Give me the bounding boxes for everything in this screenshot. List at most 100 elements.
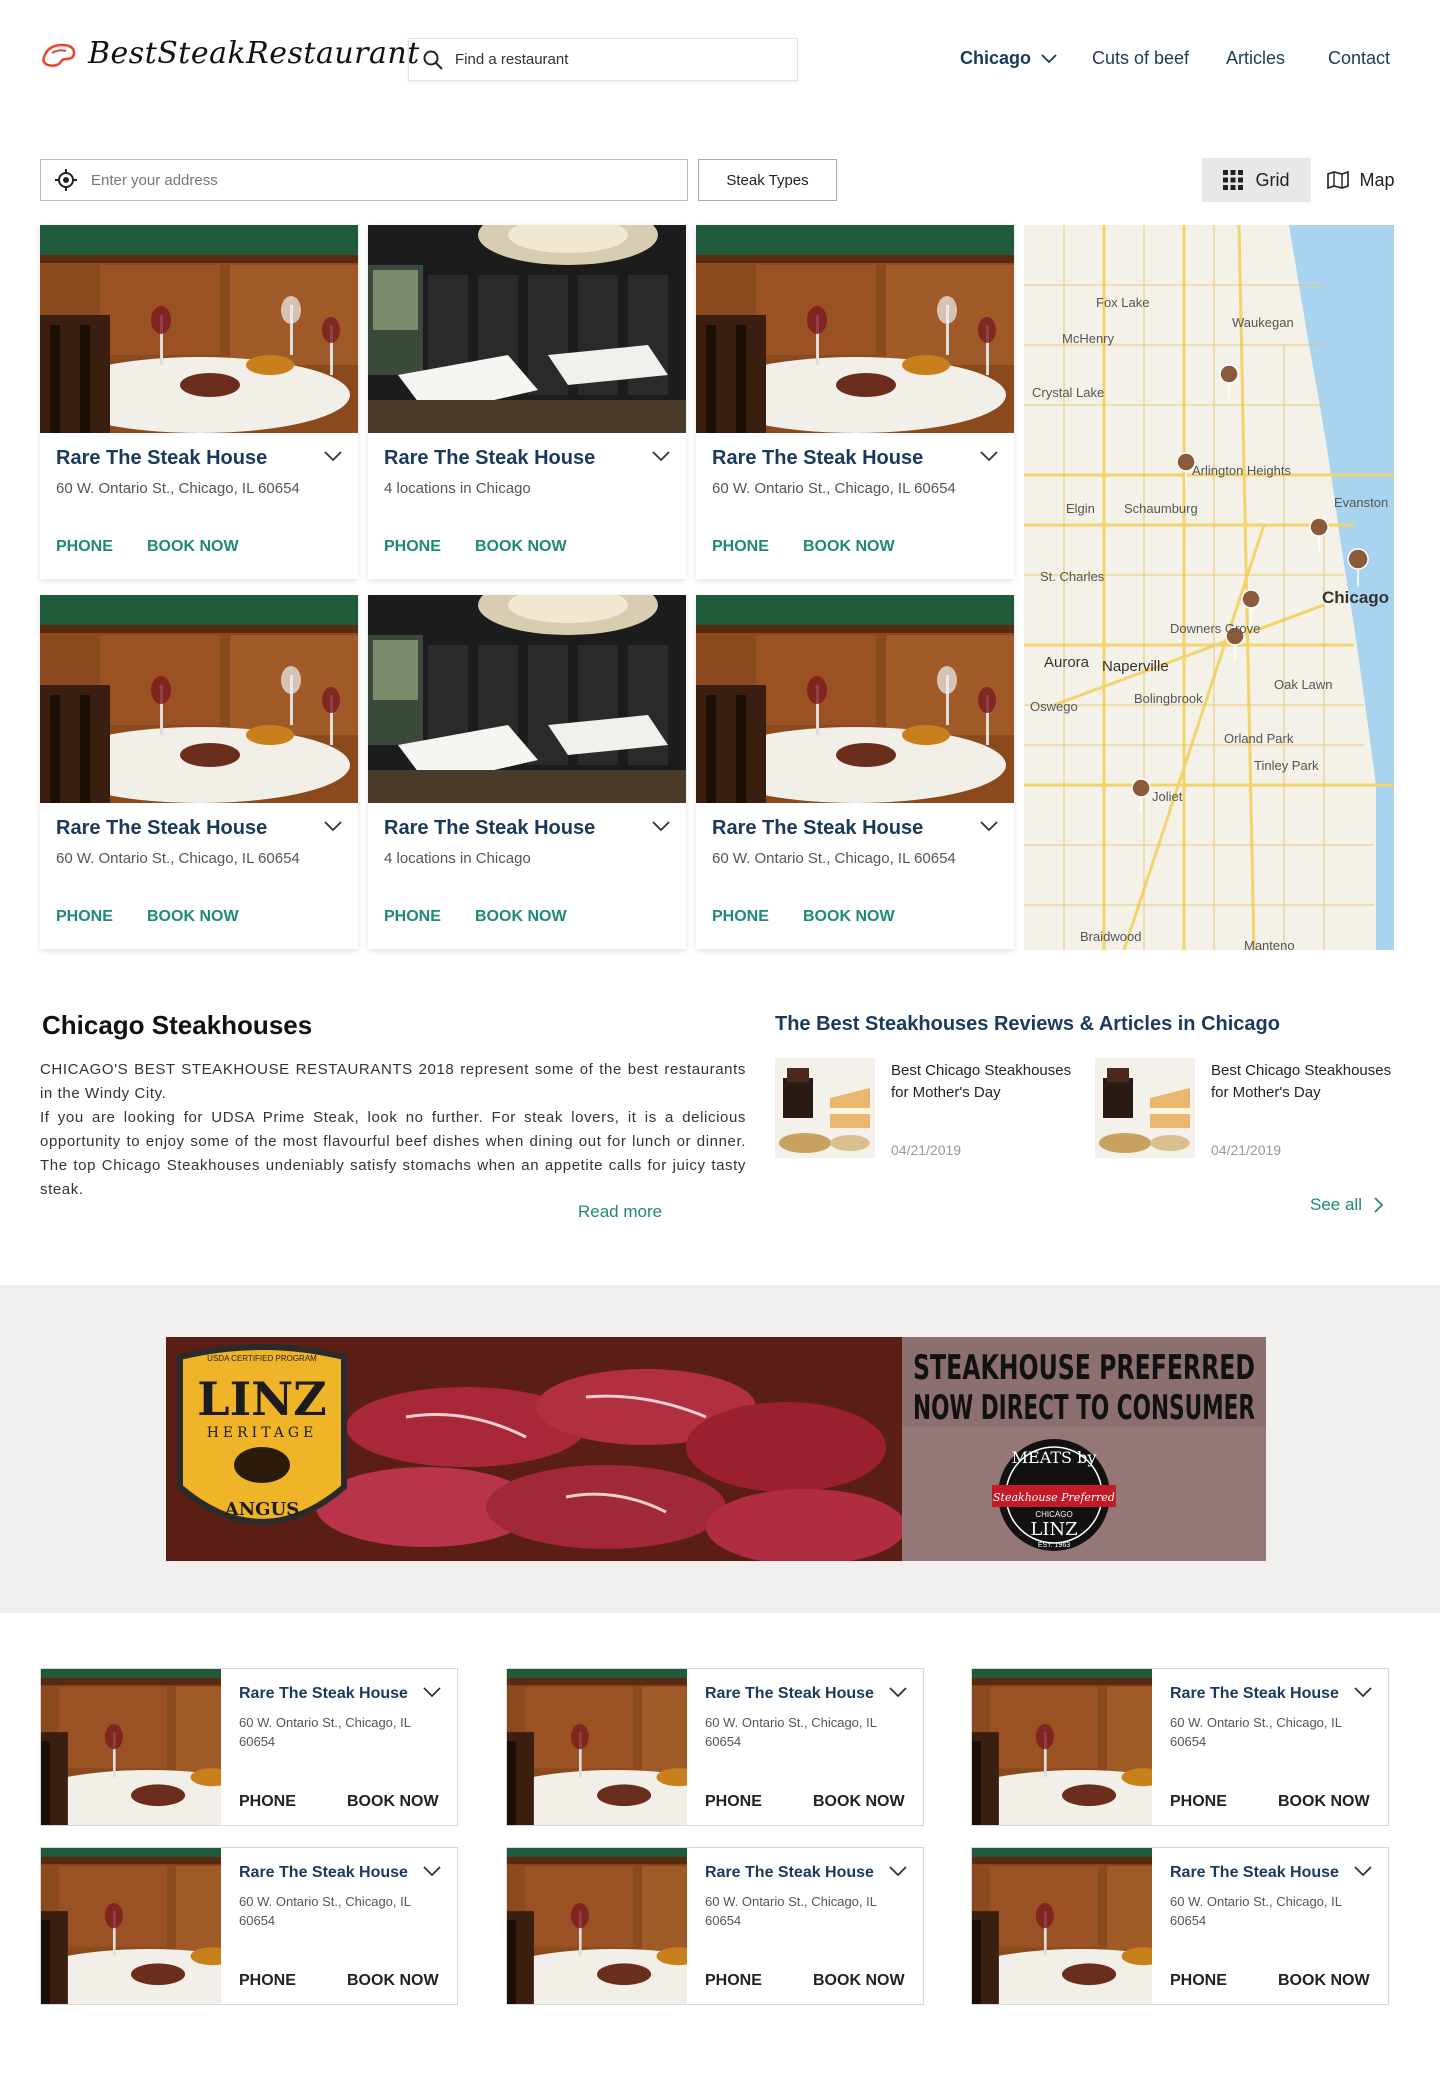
restaurant-photo[interactable]	[507, 1848, 687, 2004]
book-now-button[interactable]: BOOK NOW	[347, 1793, 439, 1811]
restaurant-photo[interactable]	[507, 1669, 687, 1825]
locate-icon[interactable]	[55, 169, 77, 191]
book-now-button[interactable]: BOOK NOW	[147, 538, 239, 556]
restaurant-title[interactable]: Rare The Steak House	[1170, 1685, 1339, 1703]
chevron-down-icon[interactable]	[980, 821, 998, 832]
restaurant-title[interactable]: Rare The Steak House	[384, 817, 595, 840]
grid-view-toggle[interactable]: Grid	[1202, 158, 1311, 202]
restaurant-title[interactable]: Rare The Steak House	[56, 447, 267, 470]
restaurant-photo[interactable]	[41, 1669, 221, 1825]
chevron-down-icon[interactable]	[324, 451, 342, 462]
restaurant-address: 60 W. Ontario St., Chicago, IL 60654	[239, 1715, 411, 1749]
phone-button[interactable]: PHONE	[1170, 1972, 1227, 1990]
restaurant-card[interactable]: Rare The Steak House 4 locations in Chica…	[368, 225, 686, 579]
read-more-link[interactable]: Read more	[578, 1202, 662, 1222]
restaurant-card-compact[interactable]: Rare The Steak House 60 W. Ontario St., C…	[971, 1847, 1389, 2005]
chevron-down-icon[interactable]	[1354, 1866, 1372, 1877]
book-now-button[interactable]: BOOK NOW	[803, 538, 895, 556]
restaurant-photo[interactable]	[41, 1848, 221, 2004]
map-canvas: Fox Lake Waukegan McHenry Crystal Lake A…	[1024, 225, 1394, 950]
address-input[interactable]: Enter your address	[40, 159, 688, 201]
phone-button[interactable]: PHONE	[56, 908, 113, 926]
book-now-button[interactable]: BOOK NOW	[813, 1793, 905, 1811]
chevron-down-icon[interactable]	[889, 1687, 907, 1698]
restaurant-map[interactable]: Fox Lake Waukegan McHenry Crystal Lake A…	[1024, 225, 1394, 950]
restaurant-address: 60 W. Ontario St., Chicago, IL 60654	[239, 1894, 411, 1928]
phone-button[interactable]: PHONE	[712, 908, 769, 926]
chevron-down-icon[interactable]	[324, 821, 342, 832]
phone-button[interactable]: PHONE	[56, 538, 113, 556]
chevron-down-icon[interactable]	[889, 1866, 907, 1877]
restaurant-photo[interactable]	[40, 225, 358, 433]
nav-contact[interactable]: Contact	[1328, 48, 1390, 69]
restaurant-photo[interactable]	[696, 595, 1014, 803]
book-now-button[interactable]: BOOK NOW	[1278, 1793, 1370, 1811]
book-now-button[interactable]: BOOK NOW	[475, 908, 567, 926]
restaurant-title[interactable]: Rare The Steak House	[705, 1685, 874, 1703]
chevron-down-icon[interactable]	[1354, 1687, 1372, 1698]
seal-bottom: LINZ	[1030, 1519, 1077, 1540]
phone-button[interactable]: PHONE	[705, 1793, 762, 1811]
reviews-section-title: The Best Steakhouses Reviews & Articles …	[775, 1013, 1280, 1035]
restaurant-title[interactable]: Rare The Steak House	[712, 817, 923, 840]
restaurant-photo[interactable]	[696, 225, 1014, 433]
phone-button[interactable]: PHONE	[384, 908, 441, 926]
chevron-down-icon[interactable]	[652, 451, 670, 462]
restaurant-card[interactable]: Rare The Steak House 4 locations in Chica…	[368, 595, 686, 949]
restaurant-title[interactable]: Rare The Steak House	[239, 1685, 408, 1703]
restaurant-card[interactable]: Rare The Steak House 60 W. Ontario St., C…	[40, 225, 358, 579]
book-now-button[interactable]: BOOK NOW	[1278, 1972, 1370, 1990]
restaurant-card-compact[interactable]: Rare The Steak House 60 W. Ontario St., C…	[506, 1847, 924, 2005]
nav-city-dropdown[interactable]: Chicago	[960, 48, 1057, 69]
chevron-right-icon	[1374, 1197, 1384, 1213]
phone-button[interactable]: PHONE	[705, 1972, 762, 1990]
map-label: Downers Grove	[1170, 621, 1260, 636]
restaurant-title[interactable]: Rare The Steak House	[239, 1864, 408, 1882]
review-article[interactable]: Best Chicago Steakhouses for Mother's Da…	[775, 1058, 1095, 1158]
restaurant-photo[interactable]	[972, 1669, 1152, 1825]
restaurant-title[interactable]: Rare The Steak House	[56, 817, 267, 840]
restaurant-card-compact[interactable]: Rare The Steak House 60 W. Ontario St., C…	[40, 1668, 458, 1826]
book-now-button[interactable]: BOOK NOW	[475, 538, 567, 556]
restaurant-card[interactable]: Rare The Steak House 60 W. Ontario St., C…	[696, 595, 1014, 949]
restaurant-address: 60 W. Ontario St., Chicago, IL 60654	[56, 850, 300, 867]
site-logo[interactable]: BestSteakRestaurant	[40, 36, 420, 71]
restaurant-title[interactable]: Rare The Steak House	[705, 1864, 874, 1882]
phone-button[interactable]: PHONE	[1170, 1793, 1227, 1811]
chevron-down-icon[interactable]	[423, 1866, 441, 1877]
restaurant-card-compact[interactable]: Rare The Steak House 60 W. Ontario St., C…	[971, 1668, 1389, 1826]
restaurant-photo[interactable]	[40, 595, 358, 803]
book-now-button[interactable]: BOOK NOW	[813, 1972, 905, 1990]
see-all-link[interactable]: See all	[1310, 1195, 1384, 1215]
restaurant-photo[interactable]	[368, 595, 686, 803]
chevron-down-icon[interactable]	[423, 1687, 441, 1698]
nav-city-label: Chicago	[960, 48, 1032, 68]
book-now-button[interactable]: BOOK NOW	[147, 908, 239, 926]
linz-advertisement-banner[interactable]: USDA CERTIFIED PROGRAM LINZ HERITAGE ANG…	[166, 1337, 1266, 1561]
nav-cuts-of-beef[interactable]: Cuts of beef	[1092, 48, 1189, 69]
review-article[interactable]: Best Chicago Steakhouses for Mother's Da…	[1095, 1058, 1415, 1158]
map-label: Aurora	[1044, 654, 1090, 671]
map-view-toggle[interactable]: Map	[1322, 158, 1400, 202]
restaurant-card-compact[interactable]: Rare The Steak House 60 W. Ontario St., C…	[40, 1847, 458, 2005]
book-now-button[interactable]: BOOK NOW	[803, 908, 895, 926]
restaurant-title[interactable]: Rare The Steak House	[712, 447, 923, 470]
restaurant-photo[interactable]	[368, 225, 686, 433]
phone-button[interactable]: PHONE	[712, 538, 769, 556]
nav-articles[interactable]: Articles	[1226, 48, 1285, 69]
phone-button[interactable]: PHONE	[239, 1972, 296, 1990]
steak-logo-icon	[42, 43, 76, 67]
phone-button[interactable]: PHONE	[239, 1793, 296, 1811]
restaurant-card[interactable]: Rare The Steak House 60 W. Ontario St., C…	[696, 225, 1014, 579]
restaurant-title[interactable]: Rare The Steak House	[384, 447, 595, 470]
steak-types-button[interactable]: Steak Types	[698, 159, 837, 201]
restaurant-card[interactable]: Rare The Steak House 60 W. Ontario St., C…	[40, 595, 358, 949]
restaurant-card-compact[interactable]: Rare The Steak House 60 W. Ontario St., C…	[506, 1668, 924, 1826]
restaurant-search-input[interactable]: Find a restaurant	[408, 38, 798, 81]
chevron-down-icon[interactable]	[980, 451, 998, 462]
phone-button[interactable]: PHONE	[384, 538, 441, 556]
restaurant-photo[interactable]	[972, 1848, 1152, 2004]
chevron-down-icon[interactable]	[652, 821, 670, 832]
book-now-button[interactable]: BOOK NOW	[347, 1972, 439, 1990]
restaurant-title[interactable]: Rare The Steak House	[1170, 1864, 1339, 1882]
